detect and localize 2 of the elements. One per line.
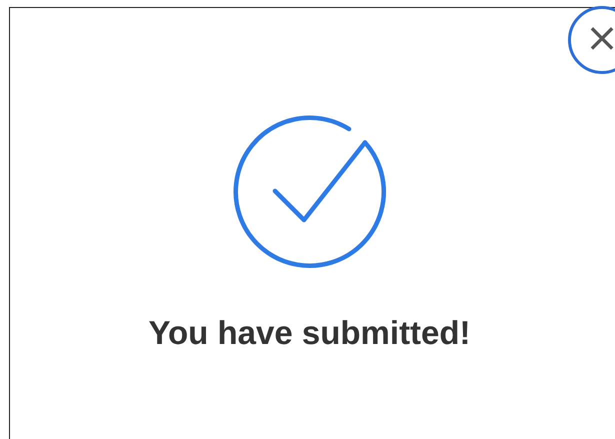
close-button[interactable]: × bbox=[568, 6, 615, 74]
success-message: You have submitted! bbox=[148, 314, 471, 352]
